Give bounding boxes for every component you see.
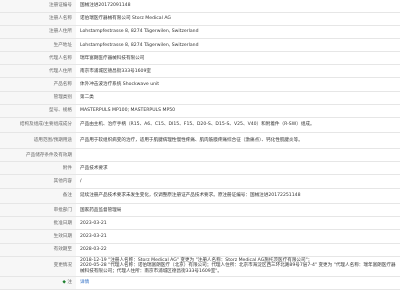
field-label: ◆ 注	[0, 276, 76, 290]
table-row: 生产地址 Lohstampfestrasse 8, 8274 Tägerwilen…	[0, 38, 400, 53]
field-label: 代理人名称	[0, 51, 76, 66]
field-value: 延续注册产品技术要求未发生变化，仅调整原注册证产品技术要求。原注册证编号：国械注…	[76, 188, 400, 205]
note-label: 注	[67, 279, 72, 285]
table-row: 附件 产品技术要求	[0, 161, 400, 176]
change-history: 2018-12-19 "注册人名称：Storz Medical AG" 变更为 …	[76, 256, 400, 277]
field-value: 2023-03-21	[76, 216, 400, 231]
registration-detail-page: { "rows": [ {"label":"注册证编号","value":"国械…	[0, 0, 400, 300]
table-row: 生效日期 2023-03-21	[0, 229, 400, 244]
field-value: 产品由主机、治疗手柄（R15、A6、C15、DI15、F15、D20-S、D15…	[76, 117, 400, 134]
detail-link[interactable]: 详情	[80, 280, 89, 285]
field-value: 瑞年富朗医疗器械科技有限公司	[76, 51, 400, 66]
field-label: 附件	[0, 161, 76, 176]
table-row: 代理人住所 南京市浦城区德昌街333号1609室	[0, 64, 400, 79]
field-value: Lohstampfestrasse 8, 8274 Tägerwilen, Sw…	[76, 38, 400, 53]
table-row: 产品名称 体外冲击波治疗系统 Shockwave unit	[0, 77, 400, 92]
field-value: Lohstampfestrasse 8, 8274 Tägerwilen, Sw…	[76, 25, 400, 40]
field-value: 第二类	[76, 91, 400, 105]
field-value: 2023-03-21	[76, 229, 400, 244]
table-row: 其他内容 /	[0, 174, 400, 189]
field-value: 体外冲击波治疗系统 Shockwave unit	[76, 77, 400, 92]
field-label: 型号、规格	[0, 104, 76, 118]
change-entry: 2020-05-28 "代理人名称：诺伯瑞富朗医疗（北京）有限公司；代理人住所：…	[80, 263, 396, 274]
table-row: 批准日期 2023-03-21	[0, 216, 400, 231]
field-label: 适用范围/预期用途	[0, 132, 76, 150]
field-label: 生效日期	[0, 229, 76, 244]
field-label: 产品储存条件及有效期	[0, 148, 76, 163]
table-row: 代理人名称 瑞年富朗医疗器械科技有限公司	[0, 51, 400, 66]
table-row-footer: ◆ 注 详情	[0, 276, 400, 290]
field-label: 代理人住所	[0, 64, 76, 79]
field-label: 备注	[0, 188, 76, 205]
registration-table: 注册证编号 国械注进20172091148 注册人名称 诺伯瑞医疗器械有限公司 St…	[0, 0, 400, 290]
field-label: 注册证编号	[0, 0, 76, 14]
field-label: 注册人住所	[0, 25, 76, 40]
field-value: 详情	[76, 276, 400, 290]
field-label: 注册人名称	[0, 12, 76, 27]
field-label: 批准日期	[0, 216, 76, 231]
table-row: 注册人名称 诺伯瑞医疗器械有限公司 Storz Medical AG	[0, 12, 400, 27]
field-value: 产品用于软组织病变的治疗，适用于肌腱病理性慢性疼痛、肌肉筋膜疼痛综合征（激痛点）…	[76, 132, 400, 150]
table-row-changes: 变更情况 2018-12-19 "注册人名称：Storz Medical AG"…	[0, 256, 400, 277]
field-value: 诺伯瑞医疗器械有限公司 Storz Medical AG	[76, 12, 400, 27]
field-label: 管理类别	[0, 91, 76, 105]
table-row: 适用范围/预期用途 产品用于软组织病变的治疗，适用于肌腱病理性慢性疼痛、肌肉筋膜疼…	[0, 132, 400, 150]
field-value: MASTERPULS MP100; MASTERPULS MP50	[76, 104, 400, 118]
field-label: 生产地址	[0, 38, 76, 53]
field-label: 产品名称	[0, 77, 76, 92]
table-row: 注册人住所 Lohstampfestrasse 8, 8274 Tägerwile…	[0, 25, 400, 40]
table-row: 型号、规格 MASTERPULS MP100; MASTERPULS MP50	[0, 104, 400, 118]
field-value: 2028-03-22	[76, 243, 400, 257]
table-row: 结构及组成/主要组成成分 产品由主机、治疗手柄（R15、A6、C15、DI15、F…	[0, 117, 400, 134]
table-row: 管理类别 第二类	[0, 91, 400, 105]
note-marker-icon: ◆	[62, 279, 66, 285]
field-value	[76, 148, 400, 163]
field-value: /	[76, 174, 400, 189]
table-row: 有效期至 2028-03-22	[0, 243, 400, 257]
field-label: 审批部门	[0, 203, 76, 218]
table-row: 产品储存条件及有效期	[0, 148, 400, 163]
field-value: 产品技术要求	[76, 161, 400, 176]
field-value: 国家药品监督管理局	[76, 203, 400, 218]
table-row: 审批部门 国家药品监督管理局	[0, 203, 400, 218]
field-label: 结构及组成/主要组成成分	[0, 117, 76, 134]
field-label: 变更情况	[0, 256, 76, 277]
field-value: 南京市浦城区德昌街333号1609室	[76, 64, 400, 79]
field-value: 国械注进20172091148	[76, 0, 400, 14]
field-label: 其他内容	[0, 174, 76, 189]
table-row: 注册证编号 国械注进20172091148	[0, 0, 400, 14]
field-label: 有效期至	[0, 243, 76, 257]
table-row: 备注 延续注册产品技术要求未发生变化，仅调整原注册证产品技术要求。原注册证编号：国…	[0, 188, 400, 205]
